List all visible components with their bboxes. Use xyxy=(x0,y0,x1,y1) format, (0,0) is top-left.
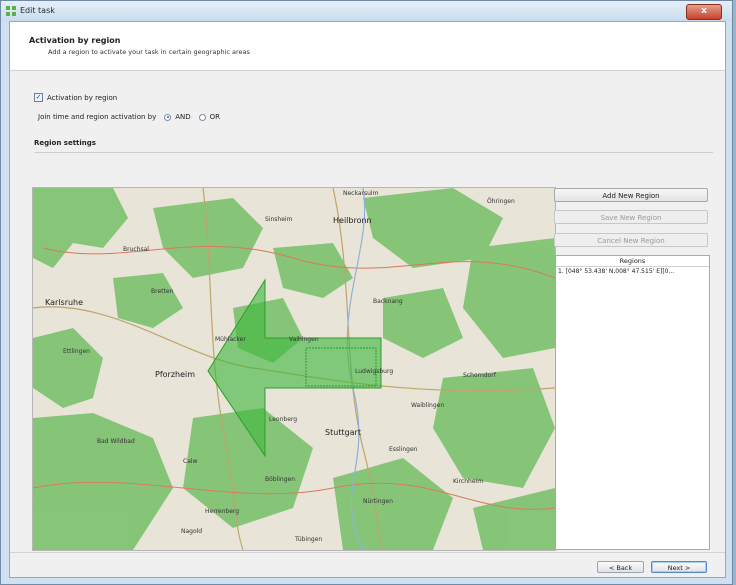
edit-task-window: Edit task x Activation by region Add a r… xyxy=(0,0,733,585)
wizard-header: Activation by region Add a region to act… xyxy=(10,22,725,71)
window-title: Edit task xyxy=(20,6,55,15)
or-radio[interactable] xyxy=(198,113,206,121)
page-subtitle: Add a region to activate your task in ce… xyxy=(48,48,250,56)
page-title: Activation by region xyxy=(29,36,121,45)
and-label: AND xyxy=(175,113,191,121)
footer-divider xyxy=(10,552,725,553)
map-canvas xyxy=(33,188,555,550)
back-button[interactable]: < Back xyxy=(597,561,644,573)
dialog-content: Activation by region Add a region to act… xyxy=(9,21,726,578)
join-label: Join time and region activation by xyxy=(38,113,157,121)
activation-checkbox[interactable]: ✓ xyxy=(34,93,43,102)
add-new-region-button[interactable]: Add New Region xyxy=(554,188,708,202)
join-row: Join time and region activation by AND O… xyxy=(38,113,220,121)
activation-checkbox-label: Activation by region xyxy=(47,93,118,102)
regions-header: Regions xyxy=(556,256,709,267)
regions-list[interactable]: Regions 1. [048° 53.438' N,008° 47.515' … xyxy=(555,255,710,550)
title-bar: Edit task x xyxy=(1,1,732,21)
region-map[interactable]: Karlsruhe Pforzheim Heilbronn Stuttgart … xyxy=(32,187,556,551)
cancel-new-region-button[interactable]: Cancel New Region xyxy=(554,233,708,247)
activation-checkbox-row[interactable]: ✓ Activation by region xyxy=(34,93,117,102)
app-icon xyxy=(6,6,16,16)
region-settings-title: Region settings xyxy=(34,139,96,147)
save-new-region-button[interactable]: Save New Region xyxy=(554,210,708,224)
and-radio[interactable] xyxy=(164,113,172,121)
or-label: OR xyxy=(209,113,221,121)
list-item[interactable]: 1. [048° 53.438' N,008° 47.515' E][0... xyxy=(556,267,709,277)
section-divider xyxy=(34,152,713,153)
close-button[interactable]: x xyxy=(686,4,722,20)
next-button[interactable]: Next > xyxy=(651,561,707,573)
